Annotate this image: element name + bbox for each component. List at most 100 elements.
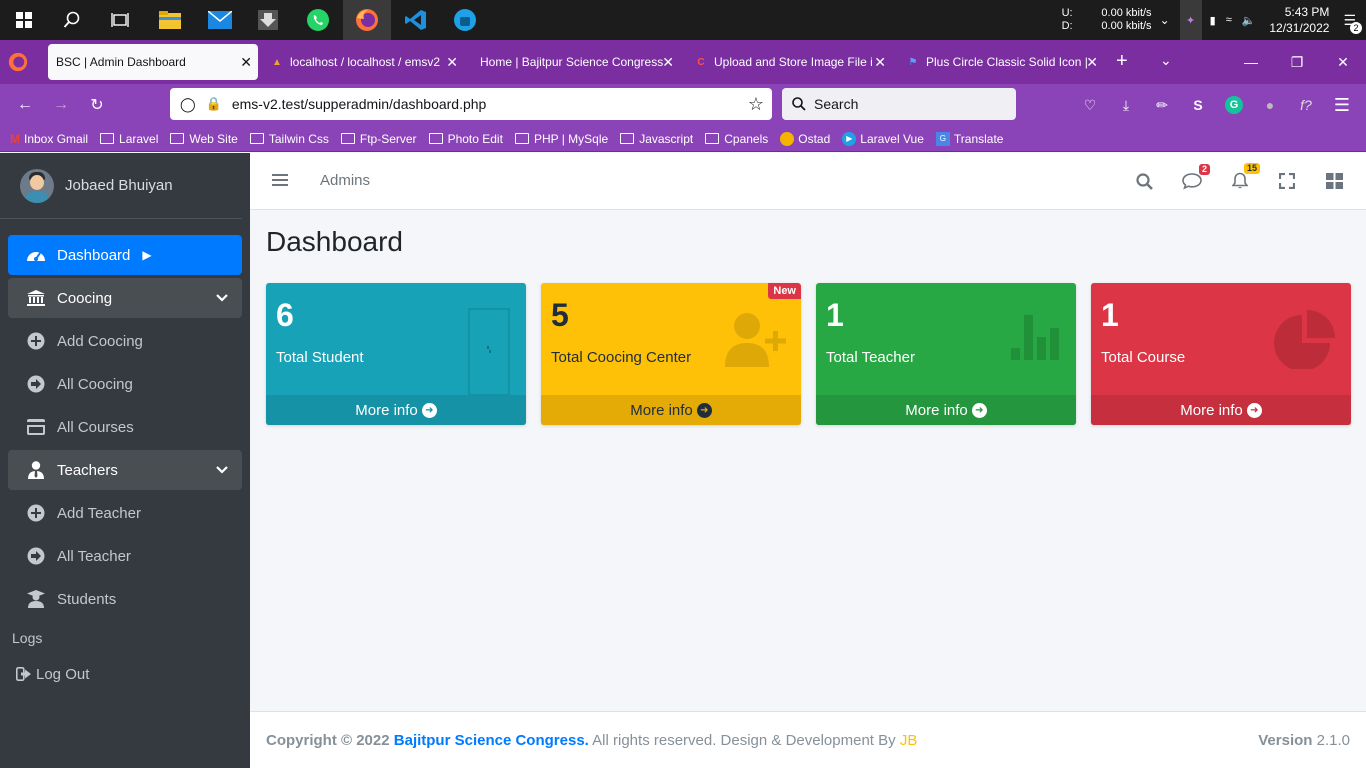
pocket-icon[interactable]: ♡ xyxy=(1078,93,1102,117)
more-info-link[interactable]: More info ➜ xyxy=(541,395,801,425)
close-tab-icon[interactable]: ✕ xyxy=(1086,54,1098,71)
new-tab-icon[interactable]: + xyxy=(1116,50,1128,73)
notification-center-icon[interactable]: ☰ 2 xyxy=(1343,12,1362,34)
bookmark-laravel[interactable]: Laravel xyxy=(100,132,158,146)
firefox-icon[interactable] xyxy=(343,0,391,40)
forward-icon[interactable]: → xyxy=(46,90,76,120)
battery-icon[interactable]: ▮ xyxy=(1210,14,1216,27)
search-icon[interactable] xyxy=(1132,169,1156,193)
vscode-icon[interactable] xyxy=(392,0,440,40)
grammarly-icon[interactable]: G xyxy=(1222,93,1246,117)
back-icon[interactable]: ← xyxy=(10,90,40,120)
shield-icon[interactable]: ◯ xyxy=(180,96,196,113)
windows-start-icon[interactable] xyxy=(0,0,48,40)
sidebar-item-all-teacher[interactable]: All Teacher xyxy=(8,536,242,576)
camera-extension-icon[interactable]: ● xyxy=(1258,93,1282,117)
bookmark-ftp-server[interactable]: Ftp-Server xyxy=(340,132,417,146)
sidebar-item-teachers[interactable]: Teachers xyxy=(8,450,242,490)
more-info-link[interactable]: More info ➜ xyxy=(266,395,526,425)
reload-icon[interactable]: ↻ xyxy=(82,90,112,120)
search-icon[interactable] xyxy=(48,0,96,40)
bookmark-web-site[interactable]: Web Site xyxy=(170,132,238,146)
file-explorer-icon[interactable] xyxy=(146,0,194,40)
tab-upload-image[interactable]: C Upload and Store Image File i ✕ xyxy=(686,44,892,80)
fx-extension-icon[interactable]: f? xyxy=(1294,93,1318,117)
chevron-down-icon xyxy=(216,463,228,477)
bookmark-label: Laravel xyxy=(119,131,159,146)
s-extension-icon[interactable]: S xyxy=(1186,93,1210,117)
app-icon[interactable] xyxy=(441,0,489,40)
clock[interactable]: 5:43 PM 12/31/2022 xyxy=(1265,4,1329,36)
bookmark-star-icon[interactable]: ☆ xyxy=(748,94,764,115)
sidebar-item-add-coocing[interactable]: Add Coocing xyxy=(8,321,242,361)
sidebar-item-dashboard[interactable]: Dashboard ▶ xyxy=(8,235,242,275)
close-tab-icon[interactable]: ✕ xyxy=(446,54,458,71)
whatsapp-icon[interactable] xyxy=(294,0,342,40)
volume-icon[interactable]: 🔈 xyxy=(1242,14,1256,27)
insecure-lock-icon[interactable]: 🔒 xyxy=(206,96,222,112)
door-icon xyxy=(468,308,510,401)
downloads-icon[interactable]: ⤓ xyxy=(1114,93,1138,117)
sidebar-item-all-coocing[interactable]: All Coocing xyxy=(8,364,242,404)
sidebar-item-all-courses[interactable]: All Courses xyxy=(8,407,242,447)
firefox-menu-icon[interactable] xyxy=(8,52,28,77)
logout-link[interactable]: Log Out xyxy=(0,654,250,694)
bookmark-javascript[interactable]: Javascript xyxy=(620,132,693,146)
more-info-link[interactable]: More info ➜ xyxy=(816,395,1076,425)
translate-icon: G xyxy=(935,131,950,146)
sidebar-item-students[interactable]: Students xyxy=(8,579,242,619)
downloads-icon[interactable] xyxy=(244,0,292,40)
breadcrumb[interactable]: Admins xyxy=(320,172,370,189)
bookmark-cpanels[interactable]: Cpanels xyxy=(705,132,768,146)
tab-plus-circle-icon[interactable]: ⚑ Plus Circle Classic Solid Icon | ✕ xyxy=(898,44,1104,80)
url-text[interactable]: ems-v2.test/supperadmin/dashboard.php xyxy=(232,96,486,112)
app-menu-icon[interactable]: ☰ xyxy=(1330,93,1354,117)
sidebar-item-label: Add Teacher xyxy=(57,504,141,522)
fullscreen-icon[interactable] xyxy=(1275,169,1299,193)
more-info-link[interactable]: More info ➜ xyxy=(1091,395,1351,425)
bookmark-label: Javascript xyxy=(639,131,694,146)
chevron-down-icon xyxy=(216,291,228,305)
bookmark-photo-edit[interactable]: Photo Edit xyxy=(428,132,503,146)
folder-icon xyxy=(100,133,115,144)
flag-icon: ⚑ xyxy=(908,56,918,68)
hamburger-menu-icon[interactable] xyxy=(272,171,288,191)
eyedropper-icon[interactable]: ✏ xyxy=(1150,93,1174,117)
bookmark-inbox-gmail[interactable]: M Inbox Gmail xyxy=(10,132,88,146)
bookmark-tailwind-css[interactable]: Tailwin Css xyxy=(249,132,329,146)
tab-title: BSC | Admin Dashboard xyxy=(56,55,186,69)
bell-icon[interactable]: 15 xyxy=(1228,163,1260,193)
user-name[interactable]: Jobaed Bhuiyan xyxy=(65,177,173,194)
chevron-up-icon[interactable]: ⌄ xyxy=(1160,13,1170,27)
user-panel[interactable]: Jobaed Bhuiyan xyxy=(0,153,242,219)
list-tabs-icon[interactable]: ⌄ xyxy=(1160,52,1172,69)
bookmark-laravel-vue[interactable]: ▶ Laravel Vue xyxy=(842,131,924,146)
restore-icon[interactable]: ❐ xyxy=(1274,44,1320,80)
brand-link[interactable]: Bajitpur Science Congress. xyxy=(394,732,589,749)
tab-admin-dashboard[interactable]: BSC | Admin Dashboard ✕ xyxy=(48,44,258,80)
net-values: 0.00 kbit/s 0.00 kbit/s xyxy=(1092,7,1151,33)
bookmark-translate[interactable]: G Translate xyxy=(935,131,1003,146)
card-label: Total Course xyxy=(1101,349,1186,366)
wifi-icon[interactable]: ≈ xyxy=(1226,14,1232,26)
sidebar-item-coocing[interactable]: Coocing xyxy=(8,278,242,318)
feather-icon[interactable]: ✦ xyxy=(1179,0,1202,40)
tab-phpmyadmin[interactable]: ▲ localhost / localhost / emsv2 ✕ xyxy=(262,44,464,80)
task-view-icon[interactable] xyxy=(96,0,144,40)
bookmark-ostad[interactable]: Ostad xyxy=(780,131,830,146)
close-tab-icon[interactable]: ✕ xyxy=(874,54,886,71)
mail-icon[interactable] xyxy=(196,0,244,40)
sidebar-item-label: Teachers xyxy=(57,461,118,479)
sidebar-item-add-teacher[interactable]: Add Teacher xyxy=(8,493,242,533)
messages-icon[interactable]: 2 xyxy=(1180,164,1210,193)
bookmark-php-mysql[interactable]: PHP | MySqle xyxy=(514,132,608,146)
close-window-icon[interactable]: ✕ xyxy=(1320,44,1366,80)
close-tab-icon[interactable]: ✕ xyxy=(662,54,674,71)
url-bar[interactable]: ◯ 🔒 ems-v2.test/supperadmin/dashboard.ph… xyxy=(170,88,772,120)
minimize-icon[interactable]: — xyxy=(1228,44,1274,80)
search-bar[interactable]: Search xyxy=(782,88,1016,120)
grid-icon[interactable] xyxy=(1322,169,1346,193)
author-link[interactable]: JB xyxy=(900,732,918,749)
close-tab-icon[interactable]: ✕ xyxy=(240,54,252,71)
tab-home-bajitpur[interactable]: Home | Bajitpur Science Congress ✕ xyxy=(472,44,680,80)
